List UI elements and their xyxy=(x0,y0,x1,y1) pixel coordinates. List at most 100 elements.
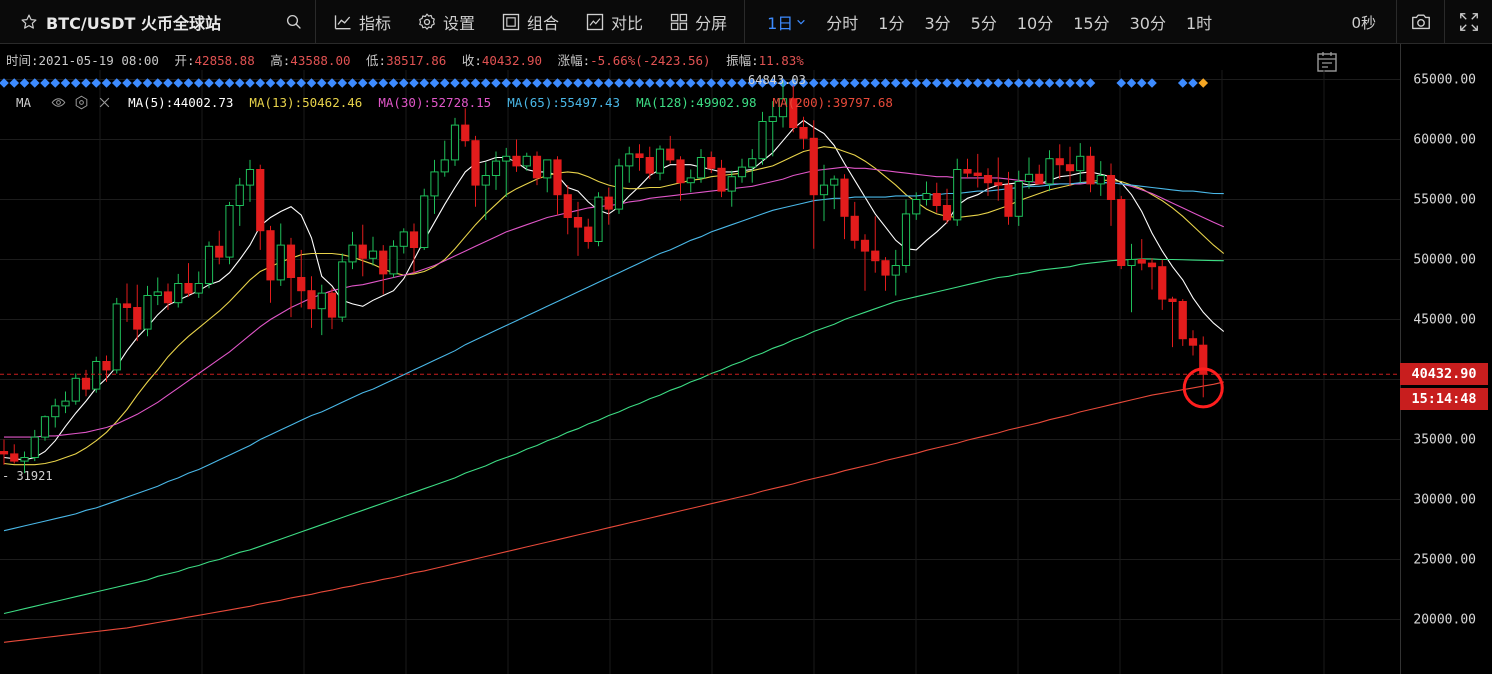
ma128-value: MA(128):49902.98 xyxy=(636,95,757,110)
candle-up xyxy=(655,148,665,174)
candle-up xyxy=(502,155,511,162)
candle-down xyxy=(1004,184,1013,217)
candle-down xyxy=(133,307,142,330)
close-icon[interactable] xyxy=(97,95,112,110)
ma-settings-icon[interactable] xyxy=(74,95,89,110)
candle-down xyxy=(963,169,972,174)
candle-down xyxy=(102,361,111,371)
ma-line-ma128 xyxy=(3,258,1224,615)
candle-up xyxy=(1127,259,1136,266)
candle-up xyxy=(40,416,50,438)
ma-line-ma200 xyxy=(3,381,1224,643)
candle-up xyxy=(420,195,429,248)
candle-up xyxy=(901,213,911,266)
candle-up xyxy=(830,178,839,186)
candle-down xyxy=(666,148,675,161)
candle-up xyxy=(399,231,408,247)
candle-up xyxy=(276,244,285,281)
candle-up xyxy=(430,171,439,197)
candle-up xyxy=(1014,181,1023,217)
candle-up xyxy=(758,121,767,160)
candle-up xyxy=(614,165,624,210)
candle-down xyxy=(635,153,644,158)
candle-down xyxy=(184,283,193,294)
candle-up xyxy=(819,184,829,196)
candle-up xyxy=(92,361,101,390)
ma5-value: MA(5):44002.73 xyxy=(128,95,234,110)
candle-down xyxy=(1055,158,1064,166)
candle-up xyxy=(768,116,777,122)
candle-down xyxy=(809,137,818,196)
price-tick: 35000.00 xyxy=(1413,432,1476,447)
candle-up xyxy=(594,196,603,243)
candle-down xyxy=(1117,199,1126,266)
candle-down xyxy=(994,182,1003,186)
ma-line-ma13 xyxy=(3,146,1225,466)
candle-down xyxy=(256,169,265,232)
candle-up xyxy=(204,245,214,285)
candle-up xyxy=(1024,173,1034,183)
candle-up xyxy=(450,124,460,161)
ma13-value: MA(13):50462.46 xyxy=(249,95,363,110)
candle-up xyxy=(922,193,931,200)
candle-down xyxy=(10,453,19,462)
candle-down xyxy=(573,217,583,228)
candle-up xyxy=(30,436,39,459)
price-tick: 20000.00 xyxy=(1413,612,1476,627)
candle-down xyxy=(379,250,388,275)
candle-up xyxy=(1045,158,1054,185)
low-marker-value: 31921 xyxy=(16,469,53,483)
candle-down xyxy=(163,291,173,304)
candle-up xyxy=(317,292,326,310)
candle-up xyxy=(51,405,60,418)
price-axis[interactable]: 65000.00 60000.00 55000.00 50000.00 45000.00… xyxy=(1400,44,1492,674)
ma-label: MA xyxy=(16,95,32,110)
candle-up xyxy=(727,176,736,192)
candle-up xyxy=(348,244,357,263)
candle-down xyxy=(1188,338,1198,346)
candle-up xyxy=(235,184,244,207)
candle-up xyxy=(543,159,552,179)
candle-up xyxy=(953,169,962,221)
countdown-tag: 15:14:48 xyxy=(1400,388,1488,411)
price-tick: 45000.00 xyxy=(1413,312,1476,327)
candle-down xyxy=(461,124,470,142)
eye-icon[interactable] xyxy=(51,95,66,110)
candle-up xyxy=(225,205,234,258)
candle-down xyxy=(81,377,91,390)
price-tick: 25000.00 xyxy=(1413,552,1476,567)
ma65-value: MA(65):55497.43 xyxy=(507,95,621,110)
candle-down xyxy=(286,244,296,279)
candle-down xyxy=(266,230,275,281)
candle-up xyxy=(71,377,80,402)
candle-down xyxy=(584,226,593,243)
candle-up xyxy=(143,295,152,330)
screenshot-button[interactable] xyxy=(1396,0,1444,44)
high-marker-label: 64843.03 xyxy=(748,73,806,87)
candle-up xyxy=(491,160,501,177)
candle-up xyxy=(912,199,921,215)
candle-up xyxy=(686,177,695,184)
candle-up xyxy=(174,283,183,304)
candle-up xyxy=(737,166,747,178)
candle-down xyxy=(0,451,9,455)
candle-down xyxy=(850,215,859,241)
candle-down xyxy=(1178,301,1187,340)
price-tick: 55000.00 xyxy=(1413,192,1476,207)
candle-down xyxy=(471,140,480,186)
candle-down xyxy=(122,303,132,308)
candle-down xyxy=(409,231,419,248)
candle-up xyxy=(522,155,531,167)
candle-up xyxy=(748,158,757,168)
fullscreen-button[interactable] xyxy=(1444,0,1492,44)
candle-down xyxy=(1137,259,1146,264)
candle-down xyxy=(1168,298,1177,303)
candle-down xyxy=(707,157,716,169)
price-tick: 65000.00 xyxy=(1413,72,1476,87)
low-marker-label: - 31921 xyxy=(2,469,53,483)
ma200-value: MA(200):39797.68 xyxy=(772,95,893,110)
candle-up xyxy=(338,261,347,318)
candle-up xyxy=(696,157,706,179)
ma30-value: MA(30):52728.15 xyxy=(378,95,492,110)
candle-down xyxy=(307,290,316,310)
